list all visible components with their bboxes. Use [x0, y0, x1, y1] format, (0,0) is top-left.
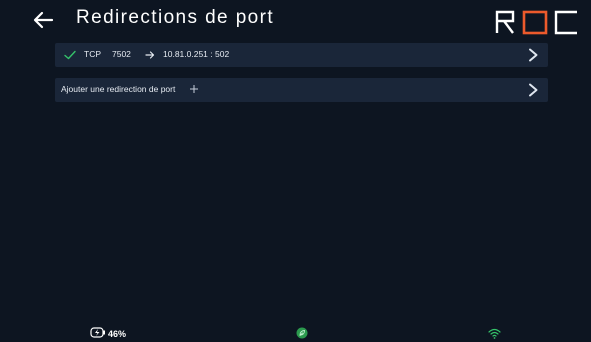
check-icon	[64, 50, 76, 60]
back-arrow-icon[interactable]	[32, 9, 54, 31]
destination-label: 10.81.0.251 : 502	[163, 49, 230, 59]
screen: Redirections de port TCP 7502 10.81.0.25…	[0, 0, 591, 342]
roc-logo	[495, 10, 577, 35]
add-redirection-button[interactable]: Ajouter une redirection de port	[55, 78, 548, 102]
chevron-right-icon	[529, 83, 538, 97]
header: Redirections de port	[0, 0, 591, 40]
leaf-icon	[296, 327, 308, 339]
status-bar: 46%	[0, 326, 591, 342]
protocol-label: TCP	[84, 49, 101, 59]
port-label: 7502	[112, 49, 131, 59]
page-title: Redirections de port	[76, 7, 275, 28]
wifi-icon	[488, 328, 501, 339]
arrow-right-icon	[145, 51, 155, 59]
plus-icon	[190, 85, 198, 93]
battery-charging-icon	[90, 327, 105, 338]
add-redirection-label: Ajouter une redirection de port	[61, 84, 176, 94]
chevron-right-icon	[529, 48, 538, 62]
battery-percent: 46%	[108, 329, 127, 339]
port-redirection-item[interactable]: TCP 7502 10.81.0.251 : 502	[55, 43, 548, 67]
